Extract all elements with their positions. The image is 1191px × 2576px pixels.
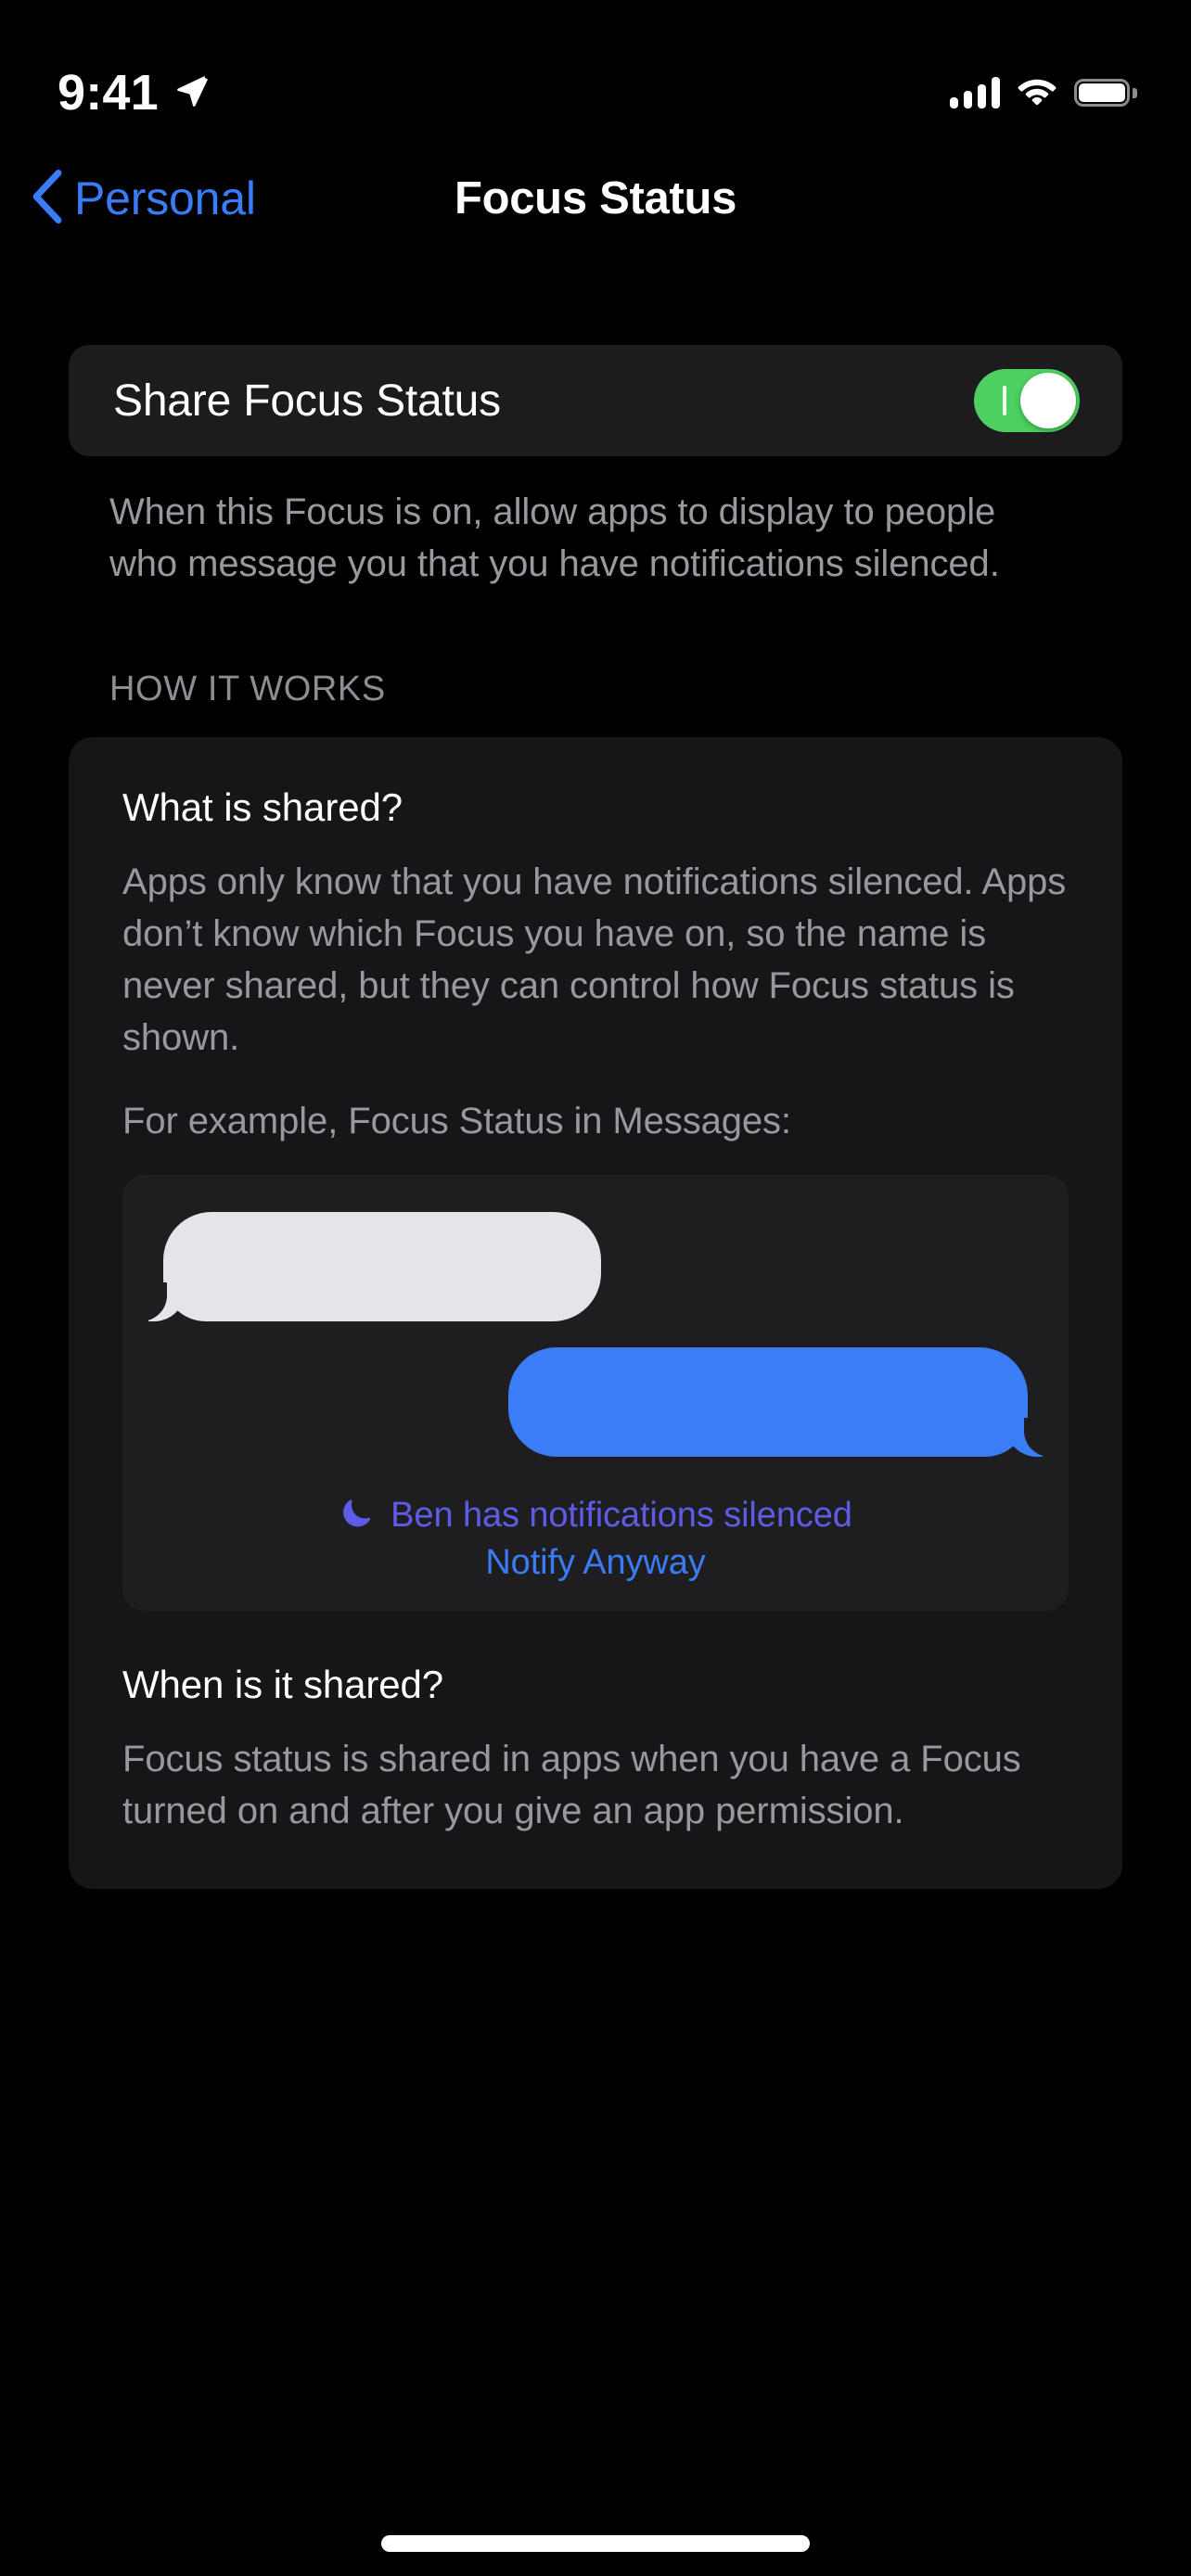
home-indicator[interactable]	[381, 2535, 810, 2552]
how-it-works-header: HOW IT WORKS	[109, 670, 386, 708]
moon-crescent-icon	[339, 1496, 374, 1536]
share-focus-status-group: Share Focus Status	[69, 345, 1122, 456]
status-bar-left: 9:41	[58, 68, 209, 118]
location-arrow-icon	[173, 73, 209, 113]
outgoing-message-bubble	[508, 1347, 1061, 1457]
notifications-silenced-row: Ben has notifications silenced	[163, 1496, 1028, 1536]
when-is-it-shared-body: Focus status is shared in apps when you …	[122, 1739, 1021, 1831]
wifi-icon	[1018, 76, 1057, 110]
share-focus-status-footer: When this Focus is on, allow apps to dis…	[109, 491, 1000, 584]
notifications-silenced-text: Ben has notifications silenced	[391, 1496, 852, 1535]
chevron-left-icon	[32, 169, 63, 228]
when-is-it-shared-heading: When is it shared?	[122, 1663, 444, 1706]
navigation-bar: Focus Status Personal	[0, 148, 1191, 249]
battery-full-icon	[1074, 79, 1137, 107]
example-intro-text: For example, Focus Status in Messages:	[122, 1101, 791, 1141]
back-button-label: Personal	[74, 172, 256, 224]
what-is-shared-body: Apps only know that you have notificatio…	[122, 861, 1067, 1058]
status-bar: 9:41	[0, 0, 1191, 141]
notify-anyway-button[interactable]: Notify Anyway	[163, 1543, 1028, 1583]
toggle-knob	[1020, 373, 1076, 428]
outgoing-bubble-row	[163, 1347, 1061, 1457]
settings-content: Share Focus Status When this Focus is on…	[0, 249, 1191, 1889]
share-focus-status-row[interactable]: Share Focus Status	[69, 345, 1122, 456]
back-button[interactable]: Personal	[32, 148, 256, 249]
messages-preview: Ben has notifications silenced Notify An…	[122, 1175, 1069, 1611]
incoming-message-bubble	[130, 1212, 601, 1321]
status-bar-right	[950, 76, 1137, 110]
share-focus-status-toggle[interactable]	[974, 369, 1080, 432]
how-it-works-card: What is shared? Apps only know that you …	[69, 737, 1122, 1889]
iphone-screen: 9:41 Focus Status Personal Share Focus S…	[0, 0, 1191, 2576]
status-bar-time: 9:41	[58, 65, 159, 121]
incoming-bubble-row	[130, 1212, 1028, 1321]
cellular-bars-icon	[950, 77, 1000, 108]
toggle-on-indicator	[1003, 386, 1006, 415]
what-is-shared-heading: What is shared?	[122, 785, 403, 829]
share-focus-status-label: Share Focus Status	[113, 376, 501, 426]
